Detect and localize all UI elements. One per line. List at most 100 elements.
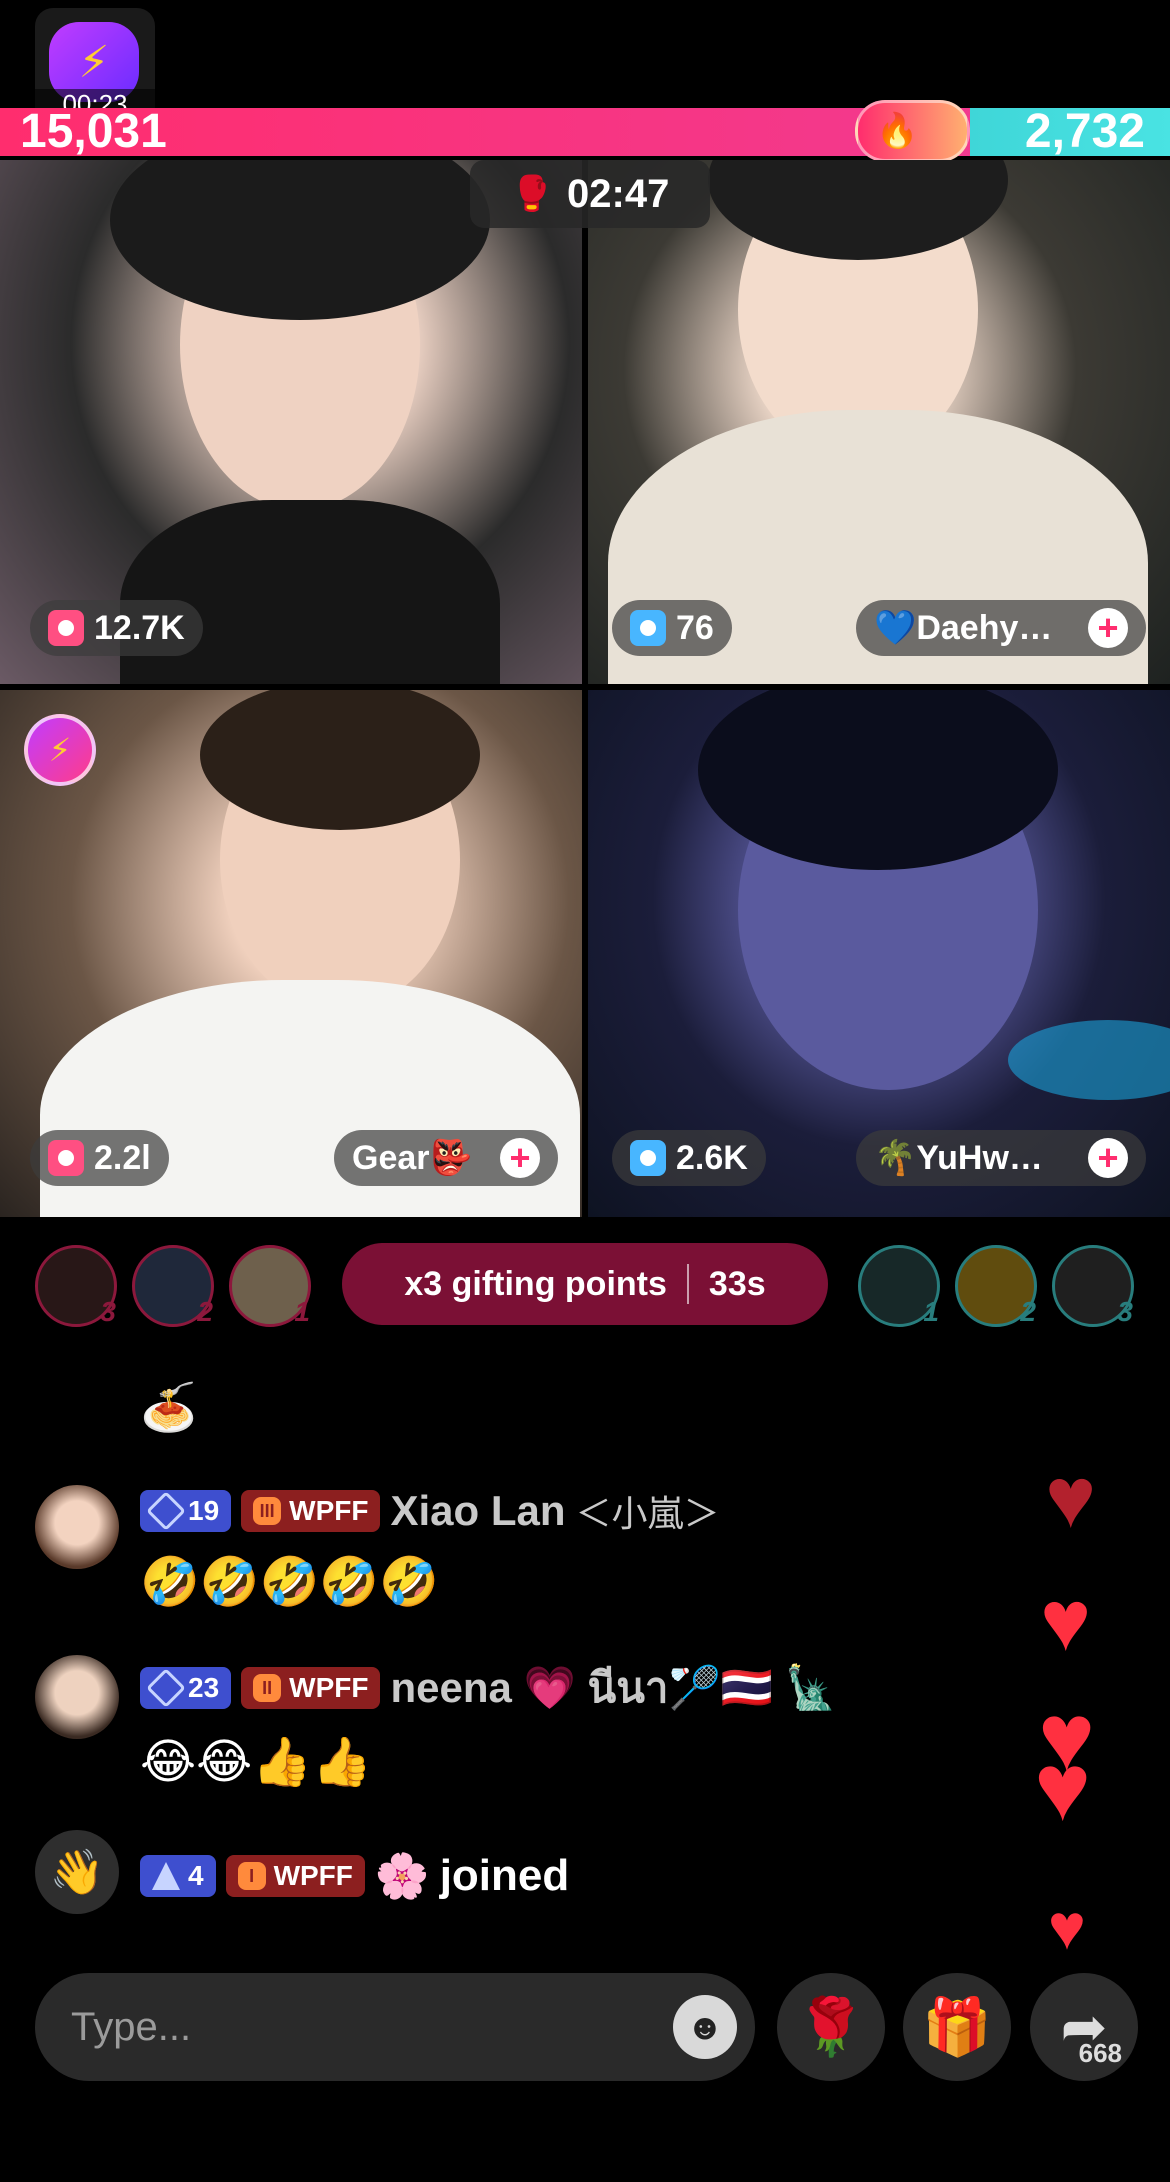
player-name: 💙Daehy… xyxy=(874,609,1053,647)
gifting-multiplier-banner: x3 gifting points 33s xyxy=(342,1243,828,1325)
diamond-icon xyxy=(146,1668,186,1708)
follow-plus-icon[interactable]: + xyxy=(500,1138,540,1178)
level-badge: 19 xyxy=(140,1490,232,1532)
top-gifter-avatar[interactable]: 3 xyxy=(1052,1245,1134,1327)
battle-countdown: 🥊 02:47 xyxy=(470,160,710,228)
chat-header: 4 I WPFF 🌸 joined xyxy=(140,1850,569,1902)
rose-icon: 🌹 xyxy=(796,1995,866,2058)
video-tile-3[interactable]: ⚡ 2.2l Gear👺 + xyxy=(0,690,582,1217)
comment-input[interactable] xyxy=(71,1973,631,2081)
comment-input-box[interactable]: ☻ xyxy=(35,1973,755,2081)
gifter-rank: 1 xyxy=(923,1296,939,1327)
streamer-shirt xyxy=(120,500,500,684)
level-badge: 4 xyxy=(140,1855,216,1897)
battle-divider: 🔥 xyxy=(855,100,970,162)
fire-icon: 🔥 xyxy=(876,112,919,150)
fan-club-badge: III WPFF xyxy=(241,1490,381,1532)
streamer-hair xyxy=(110,160,490,320)
triangle-icon xyxy=(152,1862,180,1890)
chat-text: 😂😂👍👍 xyxy=(140,1736,372,1789)
username[interactable]: Xiao Lan xyxy=(390,1487,565,1535)
player-name: Gear👺 xyxy=(352,1139,472,1177)
gifting-row: 3 2 1 x3 gifting points 33s 1 2 3 xyxy=(0,1240,1170,1330)
gift-count-pill[interactable]: 12.7K xyxy=(30,600,203,656)
countdown-text: 02:47 xyxy=(567,171,670,216)
top-gifter-avatar[interactable]: 2 xyxy=(955,1245,1037,1327)
gift-button[interactable]: 🎁 xyxy=(903,1973,1011,2081)
gifter-rank: 3 xyxy=(100,1296,116,1327)
level-number: 19 xyxy=(188,1495,220,1526)
chat-header: 19 III WPFF Xiao Lan ＜小嵐＞ xyxy=(140,1485,720,1537)
gifter-rank: 2 xyxy=(1020,1296,1036,1327)
fan-club-badge: II WPFF xyxy=(241,1667,381,1709)
gift-count-pill[interactable]: 76 xyxy=(612,600,732,656)
fan-club-badge: I WPFF xyxy=(225,1855,365,1897)
fan-badge-label: WPFF xyxy=(273,1860,353,1891)
gift-box-icon xyxy=(48,1140,84,1176)
red-team-score: 15,031 xyxy=(20,105,167,158)
floating-heart-icon: ♥ xyxy=(1048,1891,1086,1963)
level-badge: 23 xyxy=(140,1667,232,1709)
video-tile-1[interactable]: 12.7K xyxy=(0,160,582,684)
gift-icon: 🎁 xyxy=(922,1995,992,2058)
username-sub: ＜小嵐＞ xyxy=(575,1493,720,1534)
multiplier-label: x3 gifting points xyxy=(404,1264,667,1303)
blue-team-score: 2,732 xyxy=(1024,105,1145,158)
gift-box-icon xyxy=(48,610,84,646)
username[interactable]: 🌸 xyxy=(375,1850,430,1902)
floating-heart-icon: ♥ xyxy=(1034,1734,1091,1841)
gift-box-icon xyxy=(630,1140,666,1176)
emoji-icon[interactable]: ☻ xyxy=(673,1995,737,2059)
avatar[interactable] xyxy=(35,1485,119,1569)
gifter-rank: 2 xyxy=(197,1296,213,1327)
boxing-gloves-icon: 🥊 xyxy=(510,175,554,213)
chat-emoji-message: 🍝 xyxy=(140,1381,198,1433)
pool-light xyxy=(1008,1020,1170,1100)
fan-level: III xyxy=(253,1497,282,1525)
gift-box-icon xyxy=(630,610,666,646)
fan-badge-label: WPFF xyxy=(289,1495,369,1526)
level-number: 23 xyxy=(188,1672,220,1703)
player-name-pill[interactable]: Gear👺 + xyxy=(334,1130,558,1186)
gift-count: 76 xyxy=(676,608,714,647)
player-name: 🌴YuHw… xyxy=(874,1139,1043,1177)
red-team-bar: 15,031 xyxy=(0,108,970,156)
share-button[interactable]: ➦ 668 xyxy=(1030,1973,1138,2081)
chat-header: 23 II WPFF neena 💗 นีนา🏸🇹🇭 🗽 xyxy=(140,1655,837,1721)
player-name-pill[interactable]: 💙Daehy… + xyxy=(856,600,1146,656)
level-number: 4 xyxy=(188,1860,204,1891)
lightning-badge-icon: ⚡ xyxy=(24,714,96,786)
gift-count: 12.7K xyxy=(94,608,185,647)
floating-heart-icon: ♥ xyxy=(1040,1573,1092,1669)
username[interactable]: neena 💗 นีนา🏸🇹🇭 🗽 xyxy=(390,1655,837,1721)
top-gifter-avatar[interactable]: 2 xyxy=(132,1245,214,1327)
player-name-pill[interactable]: 🌴YuHw… + xyxy=(856,1130,1146,1186)
floating-heart-icon: ♥ xyxy=(1045,1450,1097,1546)
gift-count: 2.6K xyxy=(676,1138,748,1177)
gift-count-pill[interactable]: 2.6K xyxy=(612,1130,766,1186)
wave-hand-icon: 👋 xyxy=(35,1830,119,1914)
gifter-rank: 3 xyxy=(1117,1296,1133,1327)
separator xyxy=(686,1264,689,1304)
rose-gift-button[interactable]: 🌹 xyxy=(777,1973,885,2081)
video-tile-2[interactable]: 76 💙Daehy… + xyxy=(588,160,1170,684)
fan-badge-label: WPFF xyxy=(289,1672,369,1703)
battle-score-bar: 15,031 xyxy=(0,108,1170,156)
top-gifter-avatar[interactable]: 1 xyxy=(858,1245,940,1327)
follow-plus-icon[interactable]: + xyxy=(1088,608,1128,648)
gift-count: 2.2l xyxy=(94,1138,151,1177)
gift-count-pill[interactable]: 2.2l xyxy=(30,1130,169,1186)
top-gifter-avatar[interactable]: 1 xyxy=(229,1245,311,1327)
chat-text: 🤣🤣🤣🤣🤣 xyxy=(140,1556,439,1609)
avatar[interactable] xyxy=(35,1655,119,1739)
gifter-rank: 1 xyxy=(294,1296,310,1327)
share-count: 668 xyxy=(1078,2038,1122,2068)
video-tile-4[interactable]: 2.6K 🌴YuHw… + xyxy=(588,690,1170,1217)
fan-level: I xyxy=(237,1862,266,1890)
fan-level: II xyxy=(253,1674,282,1702)
multiplier-time: 33s xyxy=(708,1264,766,1303)
diamond-icon xyxy=(146,1491,186,1531)
follow-plus-icon[interactable]: + xyxy=(1088,1138,1128,1178)
top-gifter-avatar[interactable]: 3 xyxy=(35,1245,117,1327)
joined-text: joined xyxy=(439,1851,570,1900)
